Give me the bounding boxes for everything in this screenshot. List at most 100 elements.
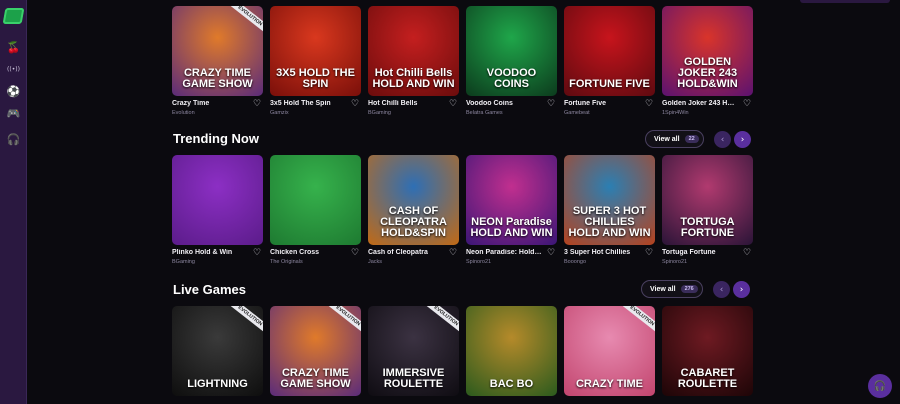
- game-meta: 3x5 Hold The Spin Gamzix ♡: [270, 96, 361, 122]
- game-thumbnail[interactable]: VOODOO COINS: [466, 6, 557, 96]
- game-title[interactable]: Crazy Time: [172, 100, 248, 107]
- gamepad-icon[interactable]: 🎮: [6, 106, 21, 121]
- trending-prev-button[interactable]: ‹: [714, 131, 731, 148]
- game-thumbnail[interactable]: LIGHTNING EVOLUTION: [172, 306, 263, 396]
- heart-icon[interactable]: ♡: [645, 99, 655, 109]
- game-meta: Cash of Cleopatra Jacks ♡: [368, 245, 459, 271]
- game-logo-text: SUPER 3 HOT CHILLIES HOLD AND WIN: [568, 205, 651, 239]
- heart-icon[interactable]: ♡: [547, 99, 557, 109]
- game-tile[interactable]: CABARET ROULETTE: [662, 306, 753, 396]
- count-badge: 276: [680, 285, 698, 293]
- game-tile[interactable]: TORTUGA FORTUNE Tortuga Fortune Spinoro21 ♡: [662, 155, 753, 271]
- game-tile[interactable]: VOODOO COINS Voodoo Coins Belatra Games ♡: [466, 6, 557, 122]
- view-all-label: View all: [654, 135, 680, 143]
- game-provider: Booongo: [564, 259, 587, 265]
- game-tile[interactable]: NEON Paradise HOLD AND WIN Neon Paradise:…: [466, 155, 557, 271]
- trending-view-all-button[interactable]: View all 22: [645, 130, 704, 148]
- game-tile[interactable]: CRAZY TIME GAME SHOW EVOLUTION Crazy Time E…: [172, 6, 263, 122]
- game-logo-text: 3X5 HOLD THE SPIN: [276, 67, 355, 90]
- game-title[interactable]: 3x5 Hold The Spin: [270, 100, 346, 107]
- game-title[interactable]: Fortune Five: [564, 100, 640, 107]
- heart-icon[interactable]: ♡: [743, 248, 753, 258]
- game-tile[interactable]: CRAZY TIME EVOLUTION: [564, 306, 655, 396]
- count-badge: 22: [684, 135, 699, 143]
- game-title[interactable]: Plinko Hold & Win: [172, 249, 248, 256]
- view-all-label: View all: [650, 285, 676, 293]
- game-thumbnail[interactable]: CRAZY TIME EVOLUTION: [564, 306, 655, 396]
- heart-icon[interactable]: ♡: [449, 248, 459, 258]
- game-thumbnail[interactable]: GOLDEN JOKER 243 HOLD&WIN: [662, 6, 753, 96]
- trending-games-row: Plinko Hold & Win BGaming ♡ Chicken Cross Th…: [172, 155, 753, 271]
- game-tile[interactable]: FORTUNE FIVE Fortune Five Gamebeat ♡: [564, 6, 655, 122]
- live-view-all-button[interactable]: View all 276: [641, 280, 703, 298]
- game-thumbnail[interactable]: NEON Paradise HOLD AND WIN: [466, 155, 557, 245]
- live-broadcast-icon[interactable]: ((•)): [6, 62, 21, 77]
- game-tile[interactable]: Hot Chilli Bells HOLD AND WIN Hot Chilli …: [368, 6, 459, 122]
- game-logo-text: CRAZY TIME GAME SHOW: [182, 67, 253, 90]
- game-title[interactable]: Cash of Cleopatra: [368, 249, 444, 256]
- game-title[interactable]: Tortuga Fortune: [662, 249, 738, 256]
- game-thumbnail[interactable]: CASH OF CLEOPATRA HOLD&SPIN: [368, 155, 459, 245]
- cherries-icon[interactable]: 🍒: [6, 40, 21, 55]
- game-thumbnail[interactable]: [172, 155, 263, 245]
- game-thumbnail[interactable]: CABARET ROULETTE: [662, 306, 753, 396]
- game-tile[interactable]: Plinko Hold & Win BGaming ♡: [172, 155, 263, 271]
- game-meta: Golden Joker 243 Hol… 1Spin4Win ♡: [662, 96, 753, 122]
- game-thumbnail[interactable]: [270, 155, 361, 245]
- game-thumbnail[interactable]: SUPER 3 HOT CHILLIES HOLD AND WIN: [564, 155, 655, 245]
- game-title[interactable]: Neon Paradise: Hold a…: [466, 249, 542, 256]
- live-next-button[interactable]: ›: [733, 281, 750, 298]
- game-tile[interactable]: Chicken Cross The Originals ♡: [270, 155, 361, 271]
- game-title[interactable]: 3 Super Hot Chillies: [564, 249, 640, 256]
- game-title[interactable]: Chicken Cross: [270, 249, 346, 256]
- soccer-ball-icon[interactable]: ⚽: [6, 84, 21, 99]
- game-tile[interactable]: CASH OF CLEOPATRA HOLD&SPIN Cash of Cleop…: [368, 155, 459, 271]
- headset-icon[interactable]: 🎧: [6, 132, 21, 147]
- game-thumbnail[interactable]: FORTUNE FIVE: [564, 6, 655, 96]
- top-games-row: CRAZY TIME GAME SHOW EVOLUTION Crazy Time E…: [172, 6, 753, 122]
- game-tile[interactable]: LIGHTNING EVOLUTION: [172, 306, 263, 396]
- game-title[interactable]: Voodoo Coins: [466, 100, 542, 107]
- heart-icon[interactable]: ♡: [253, 99, 263, 109]
- heart-icon[interactable]: ♡: [449, 99, 459, 109]
- game-provider: BGaming: [368, 110, 391, 116]
- brand-logo-icon[interactable]: [2, 8, 25, 24]
- game-provider: Evolution: [172, 110, 195, 116]
- game-provider: BGaming: [172, 259, 195, 265]
- game-thumbnail[interactable]: IMMERSIVE ROULETTE EVOLUTION: [368, 306, 459, 396]
- heart-icon[interactable]: ♡: [743, 99, 753, 109]
- heart-icon[interactable]: ♡: [253, 248, 263, 258]
- game-tile[interactable]: GOLDEN JOKER 243 HOLD&WIN Golden Joker 24…: [662, 6, 753, 122]
- game-tile[interactable]: 3X5 HOLD THE SPIN 3x5 Hold The Spin Gamzix…: [270, 6, 361, 122]
- game-thumbnail[interactable]: TORTUGA FORTUNE: [662, 155, 753, 245]
- game-tile[interactable]: BAC BO: [466, 306, 557, 396]
- game-thumbnail[interactable]: CRAZY TIME GAME SHOW EVOLUTION: [172, 6, 263, 96]
- game-provider: Spinoro21: [466, 259, 492, 265]
- game-thumbnail[interactable]: BAC BO: [466, 306, 557, 396]
- game-artwork: [270, 155, 361, 245]
- live-prev-button[interactable]: ‹: [713, 281, 730, 298]
- game-logo-text: FORTUNE FIVE: [569, 78, 650, 90]
- heart-icon[interactable]: ♡: [645, 248, 655, 258]
- game-thumbnail[interactable]: 3X5 HOLD THE SPIN: [270, 6, 361, 96]
- game-provider: 1Spin4Win: [662, 110, 689, 116]
- game-logo-text: BAC BO: [489, 378, 534, 390]
- game-provider: Belatra Games: [466, 110, 503, 116]
- heart-icon[interactable]: ♡: [351, 248, 361, 258]
- game-thumbnail[interactable]: Hot Chilli Bells HOLD AND WIN: [368, 6, 459, 96]
- heart-icon[interactable]: ♡: [547, 248, 557, 258]
- game-tile[interactable]: CRAZY TIME GAME SHOW EVOLUTION: [270, 306, 361, 396]
- game-meta: Crazy Time Evolution ♡: [172, 96, 263, 122]
- support-chat-button[interactable]: 🎧: [868, 374, 892, 398]
- game-logo-text: TORTUGA FORTUNE: [680, 216, 735, 239]
- trending-next-button[interactable]: ›: [734, 131, 751, 148]
- game-tile[interactable]: IMMERSIVE ROULETTE EVOLUTION: [368, 306, 459, 396]
- live-games-heading: Live Games: [173, 282, 246, 297]
- heart-icon[interactable]: ♡: [351, 99, 361, 109]
- game-title[interactable]: Hot Chilli Bells: [368, 100, 444, 107]
- game-thumbnail[interactable]: CRAZY TIME GAME SHOW EVOLUTION: [270, 306, 361, 396]
- headset-icon: 🎧: [873, 380, 887, 392]
- game-meta: Fortune Five Gamebeat ♡: [564, 96, 655, 122]
- game-title[interactable]: Golden Joker 243 Hol…: [662, 100, 738, 107]
- game-tile[interactable]: SUPER 3 HOT CHILLIES HOLD AND WIN 3 Super…: [564, 155, 655, 271]
